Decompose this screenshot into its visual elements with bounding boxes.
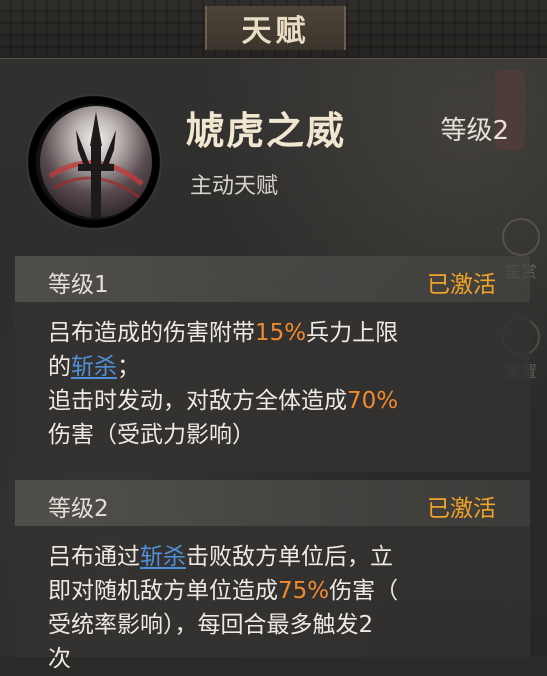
skill-type: 主动天赋	[190, 174, 279, 199]
level-2-description: 吕布通过斩杀击败敌方单位后，立 即对随机敌方单位造成75%伤害（ 受统率影响），…	[48, 540, 508, 676]
level-1-header: 等级1 已激活	[15, 256, 530, 302]
level-1-body: 吕布造成的伤害附带15%兵力上限 的斩杀； 追击时发动，对敌方全体造成70% 伤…	[15, 302, 530, 472]
desc-line: 即对随机敌方单位造成75%伤害（	[48, 578, 399, 604]
desc-line: 伤害（受武力影响）	[48, 422, 255, 448]
desc-line: 吕布造成的伤害附带15%兵力上限	[48, 320, 399, 346]
level-1-title: 等级1	[48, 272, 109, 298]
skill-level: 等级2	[440, 116, 509, 146]
level-1-description: 吕布造成的伤害附带15%兵力上限 的斩杀； 追击时发动，对敌方全体造成70% 伤…	[48, 316, 508, 452]
title-plaque: 天赋	[205, 6, 346, 50]
level-1-status: 已激活	[427, 272, 496, 298]
damage-percent: 75%	[278, 578, 330, 604]
skill-name: 虓虎之威	[186, 108, 347, 153]
level-2-title: 等级2	[48, 496, 109, 522]
keyword-link-slay[interactable]: 斩杀	[71, 354, 117, 380]
damage-percent: 70%	[347, 388, 399, 414]
desc-line: 受统率影响），每回合最多触发2	[48, 612, 374, 638]
damage-percent: 15%	[255, 320, 307, 346]
window-title: 天赋	[241, 14, 310, 49]
keyword-link-slay[interactable]: 斩杀	[140, 544, 186, 570]
level-2-status: 已激活	[427, 496, 496, 522]
desc-line: 吕布通过斩杀击败敌方单位后，立	[48, 544, 393, 570]
level-2-header: 等级2 已激活	[15, 480, 530, 526]
level-2-body: 吕布通过斩杀击败敌方单位后，立 即对随机敌方单位造成75%伤害（ 受统率影响），…	[15, 526, 530, 672]
appreciate-icon	[502, 218, 540, 256]
desc-line: 的斩杀；	[48, 354, 140, 380]
desc-line: 追击时发动，对敌方全体造成70%	[48, 388, 399, 414]
title-bar: 天赋	[0, 0, 547, 59]
desc-line: 次	[48, 646, 71, 672]
skill-trident-icon	[40, 106, 152, 218]
